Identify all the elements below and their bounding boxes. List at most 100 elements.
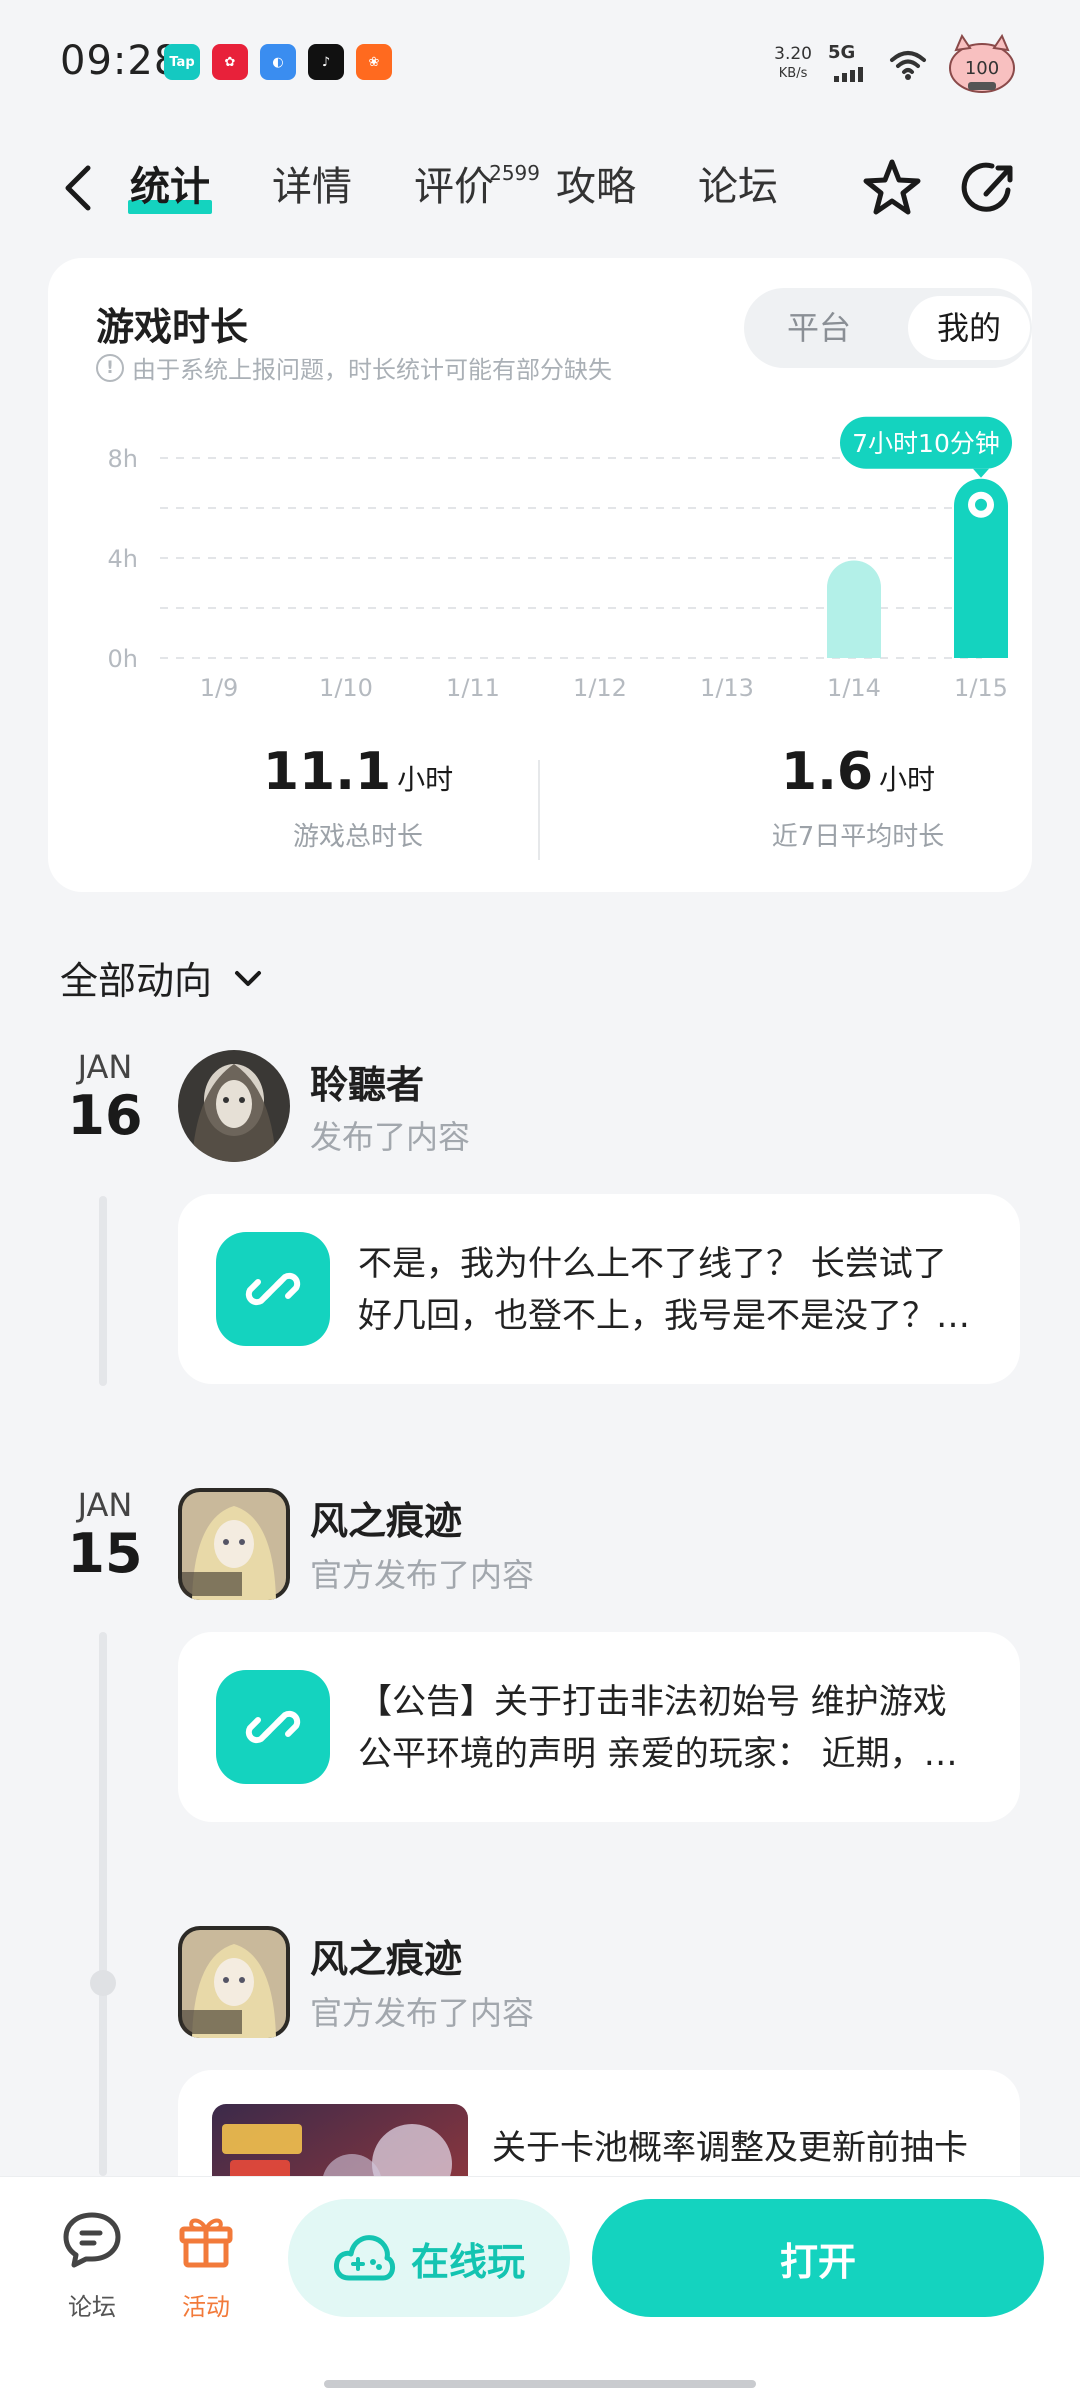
blue-app-icon: ◐ bbox=[260, 44, 296, 80]
y-tick-label: 0h bbox=[108, 645, 138, 673]
chart-bar bbox=[827, 560, 881, 658]
chevron-down-icon bbox=[235, 970, 262, 986]
tooltip-arrow bbox=[973, 468, 989, 478]
share-icon[interactable] bbox=[958, 156, 1022, 220]
post-card[interactable]: 【公告】关于打击非法初始号 维护游戏公平环境的声明 亲爱的玩家： 近期，有部分玩… bbox=[178, 1632, 1020, 1822]
bottom-action-bar: 论坛 活动 在线玩 打开 bbox=[0, 2176, 1080, 2392]
toggle-platform[interactable]: 平台 bbox=[760, 296, 878, 360]
total-playtime-caption: 游戏总时长 bbox=[292, 822, 423, 852]
gift-icon bbox=[179, 2218, 233, 2268]
total-playtime: 11.1 小时 游戏总时长 bbox=[158, 742, 558, 853]
chat-bubble-icon bbox=[63, 2212, 121, 2268]
speed-value: 3.20 bbox=[774, 44, 812, 64]
tab-guides[interactable]: 攻略 bbox=[556, 154, 636, 220]
cloud-gamepad-icon bbox=[334, 2235, 395, 2281]
date-block: JAN 16 bbox=[60, 1048, 150, 1146]
x-tick-label: 1/14 bbox=[827, 674, 881, 698]
star-icon[interactable] bbox=[860, 156, 924, 220]
activity-button[interactable]: 活动 bbox=[166, 2207, 246, 2322]
average-playtime-unit: 小时 bbox=[879, 763, 936, 796]
author-name[interactable]: 风之痕迹 bbox=[310, 1490, 462, 1545]
x-tick-label: 1/13 bbox=[700, 674, 754, 698]
y-tick-label: 8h bbox=[108, 445, 138, 473]
network-speed: 3.20 KB/s bbox=[774, 44, 812, 84]
wifi-icon bbox=[890, 51, 926, 80]
timeline-line bbox=[99, 1196, 107, 1386]
activity-label: 活动 bbox=[182, 2293, 230, 2321]
status-indicators: 3.20 KB/s 5G 100 bbox=[774, 32, 1020, 96]
feed-filter-dropdown[interactable]: 全部动向 bbox=[60, 950, 266, 1005]
feed-filter-label: 全部动向 bbox=[60, 959, 213, 1003]
post-text: 【公告】关于打击非法初始号 维护游戏公平环境的声明 亲爱的玩家： 近期，有部分玩… bbox=[358, 1682, 958, 1774]
average-playtime-caption: 近7日平均时长 bbox=[771, 822, 945, 852]
tab-label: 详情 bbox=[272, 164, 352, 210]
info-icon: ! bbox=[96, 353, 124, 382]
avatar[interactable] bbox=[178, 1050, 290, 1162]
date-day: 15 bbox=[67, 1522, 143, 1585]
bar-highlight-dot-inner bbox=[975, 498, 987, 511]
tab-label: 攻略 bbox=[556, 164, 636, 210]
timeline-line bbox=[99, 1632, 107, 2176]
forum-label: 论坛 bbox=[68, 2293, 116, 2321]
notice-text: 由于系统上报问题，时长统计可能有部分缺失 bbox=[132, 356, 612, 384]
author-action: 官方发布了内容 bbox=[310, 1556, 535, 1594]
home-indicator[interactable] bbox=[324, 2380, 756, 2388]
red-app-icon: ✿ bbox=[212, 44, 248, 80]
author-name[interactable]: 聆聽者 bbox=[310, 1054, 424, 1109]
battery-icon: 100 bbox=[949, 33, 1015, 93]
game-avatar[interactable] bbox=[178, 1488, 290, 1600]
bar-value-label: 7小时10分钟 bbox=[852, 429, 1000, 458]
battery-level: 100 bbox=[965, 58, 999, 79]
tab-label: 统计 bbox=[130, 164, 210, 210]
link-icon bbox=[216, 1232, 330, 1346]
stat-divider bbox=[538, 760, 540, 860]
forum-button[interactable]: 论坛 bbox=[52, 2207, 132, 2322]
status-time: 09:28 bbox=[60, 38, 181, 84]
average-playtime: 1.6 小时 近7日平均时长 bbox=[658, 742, 1058, 853]
date-block: JAN 15 bbox=[60, 1486, 150, 1584]
x-tick-label: 1/12 bbox=[573, 674, 627, 698]
date-month: JAN bbox=[77, 1486, 133, 1524]
stats-source-toggle: 平台 我的 bbox=[744, 288, 1032, 368]
author-action: 发布了内容 bbox=[310, 1118, 471, 1156]
tab-label: 论坛 bbox=[698, 164, 778, 210]
author-name[interactable]: 风之痕迹 bbox=[310, 1928, 462, 1983]
card-title: 游戏时长 bbox=[96, 305, 249, 349]
tab-forum[interactable]: 论坛 bbox=[698, 154, 778, 220]
post-text: 关于卡池概率调整及更新前抽卡 bbox=[492, 2128, 968, 2168]
date-month: JAN bbox=[77, 1048, 133, 1086]
cloud-play-button[interactable]: 在线玩 bbox=[288, 2199, 570, 2317]
average-playtime-value: 1.6 bbox=[780, 742, 874, 802]
back-icon[interactable] bbox=[56, 160, 104, 216]
post-card[interactable]: 不是，我为什么上不了线了？ 长尝试了好几回，也登不上，我号是不是没了？[表情] bbox=[178, 1194, 1020, 1384]
total-playtime-unit: 小时 bbox=[397, 763, 454, 796]
nav-bar: 统计 详情 评价 2599 攻略 论坛 bbox=[0, 140, 1080, 236]
orange-app-icon: ❀ bbox=[356, 44, 392, 80]
tab-reviews[interactable]: 评价 2599 bbox=[414, 154, 540, 220]
tab-stats[interactable]: 统计 bbox=[128, 154, 212, 220]
link-icon bbox=[216, 1670, 330, 1784]
post-text: 不是，我为什么上不了线了？ 长尝试了好几回，也登不上，我号是不是没了？[表情] bbox=[358, 1244, 947, 1336]
total-playtime-value: 11.1 bbox=[262, 742, 392, 802]
cloud-play-label: 在线玩 bbox=[410, 2239, 525, 2284]
tab-label: 评价 bbox=[414, 164, 494, 210]
tab-details[interactable]: 详情 bbox=[272, 154, 352, 220]
status-bar: 09:28 Tap ✿ ◐ ♪ ❀ 3.20 KB/s 5G 100 bbox=[0, 0, 1080, 130]
network-type: 5G bbox=[828, 42, 856, 63]
game-avatar[interactable] bbox=[178, 1926, 290, 2038]
playtime-stats-card: 游戏时长 ! 由于系统上报问题，时长统计可能有部分缺失 平台 我的 0h 4h 8h… bbox=[48, 258, 1032, 892]
open-game-button[interactable]: 打开 bbox=[592, 2199, 1044, 2317]
music-app-icon: ♪ bbox=[308, 44, 344, 80]
toggle-mine[interactable]: 我的 bbox=[908, 296, 1030, 360]
taptap-icon: Tap bbox=[164, 44, 200, 80]
review-count-badge: 2599 bbox=[489, 161, 540, 185]
notification-app-icons: Tap ✿ ◐ ♪ ❀ bbox=[164, 44, 392, 80]
stats-notice: ! 由于系统上报问题，时长统计可能有部分缺失 bbox=[96, 350, 612, 385]
tab-bar: 统计 详情 评价 2599 攻略 论坛 bbox=[128, 154, 840, 220]
x-tick-label: 1/11 bbox=[446, 674, 500, 698]
x-tick-label: 1/15 bbox=[954, 674, 1008, 698]
date-day: 16 bbox=[67, 1084, 143, 1147]
playtime-bar-chart: 0h 4h 8h 1/9 1/10 1/11 1/12 1/13 1/14 1/15 7小时10分钟 bbox=[108, 416, 1012, 698]
signal-icon: 5G bbox=[828, 42, 872, 86]
x-tick-label: 1/10 bbox=[319, 674, 373, 698]
